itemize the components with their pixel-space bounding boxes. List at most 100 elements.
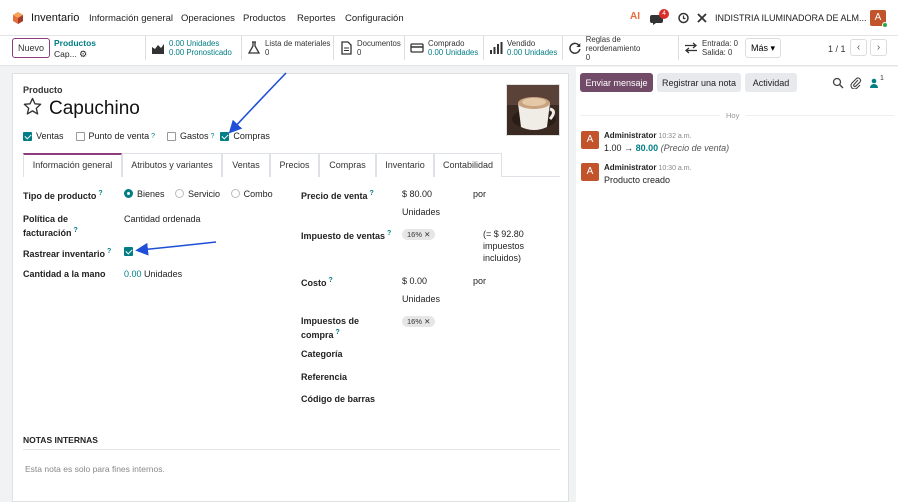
help-icon[interactable]: ? bbox=[329, 277, 333, 284]
breadcrumb-parent[interactable]: Productos bbox=[54, 38, 96, 48]
tab-inventario[interactable]: Inventario bbox=[376, 153, 434, 177]
smart-button-documents[interactable]: Documentos 0 bbox=[333, 36, 403, 60]
new-button[interactable]: Nuevo bbox=[12, 38, 50, 58]
tab-contabilidad[interactable]: Contabilidad bbox=[434, 153, 502, 177]
combo-radio[interactable] bbox=[230, 189, 240, 198]
ventas-checkbox[interactable] bbox=[23, 131, 32, 141]
tools-icon[interactable] bbox=[696, 10, 708, 26]
flag-punto-de-venta[interactable]: Punto de venta? bbox=[75, 131, 155, 141]
categoria-label: Categoría bbox=[301, 349, 343, 359]
flag-ventas[interactable]: Ventas bbox=[23, 131, 64, 141]
more-dropdown-button[interactable]: Más ▾ bbox=[745, 38, 781, 58]
tab-ventas[interactable]: Ventas bbox=[222, 153, 270, 177]
smart-button-in-out[interactable]: Entrada: 0 Salida: 0 bbox=[678, 36, 740, 60]
user-avatar[interactable]: A bbox=[870, 10, 888, 28]
online-status-dot bbox=[882, 22, 888, 28]
gear-icon[interactable]: ⚙ bbox=[79, 49, 87, 59]
send-message-button[interactable]: Enviar mensaje bbox=[580, 73, 653, 92]
politica-facturacion-select[interactable]: Cantidad ordenada bbox=[124, 213, 201, 225]
politica-facturacion-label: Política de facturación? bbox=[23, 213, 78, 239]
impuesto-ventas-tag[interactable]: 16% ✕ bbox=[402, 229, 436, 240]
flag-gastos[interactable]: Gastos? bbox=[167, 131, 214, 141]
smart-button-on-hand[interactable]: 0.00 Unidades 0.00 Pronosticado bbox=[145, 36, 240, 60]
log-note-button[interactable]: Registrar una nota bbox=[657, 73, 741, 92]
help-icon[interactable]: ? bbox=[98, 190, 102, 197]
ai-icon[interactable]: AI bbox=[630, 11, 640, 27]
message-tracking-value: 1.00 → 80.00 (Precio de venta) bbox=[604, 143, 729, 153]
date-separator-line bbox=[580, 115, 720, 116]
help-icon[interactable]: ? bbox=[151, 133, 155, 140]
flag-compras[interactable]: Compras bbox=[220, 131, 270, 141]
tab-atributos-variantes[interactable]: Atributos y variantes bbox=[122, 153, 222, 177]
costo-por-label: por bbox=[473, 276, 487, 286]
tab-precios[interactable]: Precios bbox=[270, 153, 319, 177]
smart-forecast-value: 0.00 Pronosticado bbox=[169, 48, 232, 57]
compras-checkbox[interactable] bbox=[220, 131, 230, 141]
paperclip-icon[interactable] bbox=[850, 77, 862, 89]
help-icon[interactable]: ? bbox=[336, 329, 340, 336]
tracking-new-value: 80.00 bbox=[635, 143, 659, 153]
costo-label-text: Costo bbox=[301, 278, 327, 288]
rastrear-inventario-checkbox[interactable] bbox=[124, 247, 133, 256]
tab-informacion-general[interactable]: Información general bbox=[23, 153, 122, 177]
help-icon[interactable]: ? bbox=[370, 190, 374, 197]
compras-label: Compras bbox=[233, 131, 270, 141]
top-navbar: Inventario Información general Operacion… bbox=[0, 0, 898, 36]
radio-bienes[interactable]: Bienes bbox=[124, 189, 165, 199]
notas-internas-input[interactable]: Esta nota es solo para fines internos. bbox=[25, 464, 165, 474]
message-avatar[interactable]: A bbox=[581, 131, 599, 149]
bienes-radio[interactable] bbox=[124, 189, 133, 198]
clock-icon[interactable] bbox=[677, 10, 690, 26]
smart-button-bom[interactable]: Lista de materiales 0 bbox=[241, 36, 331, 60]
smart-sold-value: 0.00 Unidades bbox=[507, 48, 558, 57]
search-icon[interactable] bbox=[832, 77, 844, 89]
company-switcher[interactable]: INDISTRIA ILUMINADORA DE ALM... bbox=[715, 13, 867, 23]
help-icon[interactable]: ? bbox=[74, 227, 78, 234]
menu-operaciones[interactable]: Operaciones bbox=[181, 13, 235, 24]
menu-configuracion[interactable]: Configuración bbox=[345, 13, 404, 24]
smart-button-purchased[interactable]: Comprado 0.00 Unidades bbox=[404, 36, 482, 60]
chatter-panel: Enviar mensaje Registrar una nota Activi… bbox=[576, 67, 898, 502]
tipo-producto-label: Tipo de producto? bbox=[23, 188, 103, 202]
smart-button-sold[interactable]: Vendido 0.00 Unidades bbox=[483, 36, 561, 60]
servicio-radio[interactable] bbox=[175, 189, 185, 198]
app-logo-icon[interactable] bbox=[12, 12, 24, 24]
tab-compras[interactable]: Compras bbox=[319, 153, 376, 177]
product-name-field[interactable]: Capuchino bbox=[49, 98, 140, 120]
gastos-checkbox[interactable] bbox=[167, 131, 176, 141]
star-icon[interactable] bbox=[23, 97, 42, 116]
cantidad-mano-value[interactable]: 0.00 Unidades bbox=[124, 268, 182, 280]
smart-purchased-label: Comprado bbox=[428, 39, 465, 48]
costo-field[interactable]: $ 0.00 bbox=[402, 275, 427, 287]
pager-next-button[interactable]: › bbox=[870, 39, 887, 56]
precio-venta-field[interactable]: $ 80.00 bbox=[402, 188, 432, 200]
exchange-icon bbox=[684, 42, 698, 54]
punto-de-venta-checkbox[interactable] bbox=[75, 131, 85, 141]
precio-venta-label: Precio de venta? bbox=[301, 188, 374, 202]
tipo-producto-radio-group: Bienes Servicio Combo bbox=[124, 188, 273, 200]
app-name[interactable]: Inventario bbox=[31, 12, 79, 24]
pager-value[interactable]: 1 / 1 bbox=[828, 44, 846, 54]
message-avatar[interactable]: A bbox=[581, 163, 599, 181]
smart-out-label: Salida: 0 bbox=[702, 48, 733, 57]
message-author-name[interactable]: Administrator bbox=[604, 131, 656, 140]
radio-servicio[interactable]: Servicio bbox=[175, 189, 220, 199]
cantidad-value[interactable]: 0.00 bbox=[124, 269, 142, 279]
help-icon[interactable]: ? bbox=[387, 230, 391, 237]
precio-por-label: por bbox=[473, 189, 487, 199]
message-author-name[interactable]: Administrator bbox=[604, 163, 656, 172]
radio-combo[interactable]: Combo bbox=[230, 189, 273, 199]
avatar-letter: A bbox=[874, 12, 882, 23]
menu-reportes[interactable]: Reportes bbox=[297, 13, 336, 24]
smart-button-reorder-rules[interactable]: Reglas de reordenamiento 0 bbox=[562, 35, 676, 62]
pager-previous-button[interactable]: ‹ bbox=[850, 39, 867, 56]
help-icon[interactable]: ? bbox=[211, 133, 215, 140]
product-image[interactable] bbox=[506, 84, 560, 136]
chart-area-icon bbox=[152, 44, 164, 54]
help-icon[interactable]: ? bbox=[107, 248, 111, 255]
menu-informacion-general[interactable]: Información general bbox=[89, 13, 173, 24]
menu-productos[interactable]: Productos bbox=[243, 13, 286, 24]
message-avatar-letter: A bbox=[586, 134, 594, 145]
impuestos-compra-tag[interactable]: 16% ✕ bbox=[402, 316, 436, 327]
activity-button[interactable]: Actividad bbox=[745, 73, 797, 92]
